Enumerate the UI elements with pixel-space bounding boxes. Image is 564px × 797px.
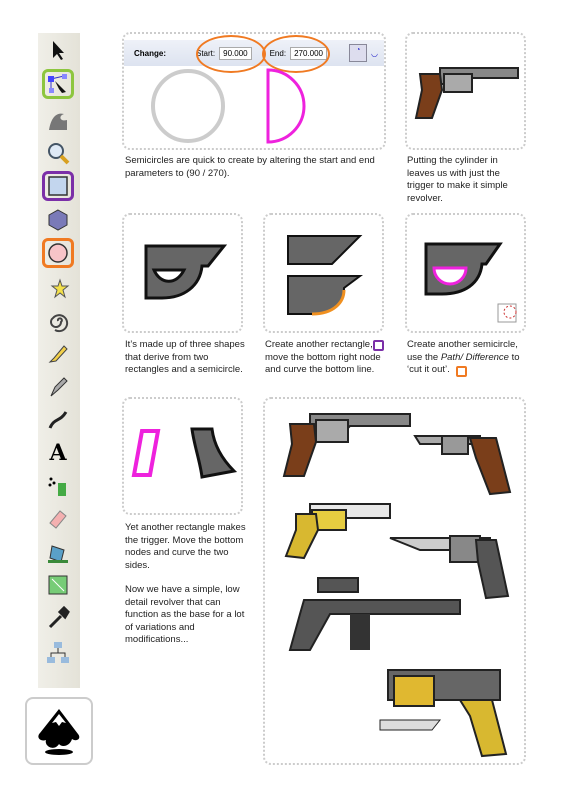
pencil-tool[interactable] xyxy=(42,339,74,369)
pen-icon xyxy=(50,377,68,397)
connector-tool[interactable] xyxy=(42,638,74,668)
pen-tool[interactable] xyxy=(42,372,74,402)
rifle-variant xyxy=(288,577,461,651)
change-label: Change: xyxy=(134,48,166,58)
revolver-variant-4 xyxy=(389,535,510,600)
connector-icon xyxy=(47,642,69,663)
caption-cylinder: Putting the cylinder in leaves us with j… xyxy=(407,155,508,204)
body-shape xyxy=(144,244,228,300)
revolver-illustration xyxy=(414,67,519,119)
revolver-variations xyxy=(282,413,512,758)
difference-shape xyxy=(424,242,517,323)
segment-mode-button[interactable]: ◡ xyxy=(371,49,378,58)
text-tool[interactable]: A xyxy=(42,438,74,468)
caption-difference: Create another semicircle, use the Path/… xyxy=(407,339,527,377)
revolver-variant-2 xyxy=(413,435,512,496)
dropper-icon xyxy=(48,606,70,629)
wave-icon xyxy=(49,113,67,130)
arrow-icon xyxy=(53,41,64,60)
revolver-variant-3 xyxy=(284,503,391,560)
caption-rectangle: Create another rectangle, move the botto… xyxy=(265,339,390,377)
caption-three-shapes: It’s made up of three shapes that derive… xyxy=(125,339,245,375)
spiral-icon xyxy=(50,314,69,333)
ellipse-tool-marker xyxy=(456,366,467,377)
spray-tool[interactable] xyxy=(42,471,74,501)
eraser-icon xyxy=(49,510,67,529)
node-arrow-icon xyxy=(48,74,67,93)
dropper-tool[interactable] xyxy=(42,603,74,633)
inkscape-logo xyxy=(25,697,93,765)
arc-mode-button[interactable]: ◔ xyxy=(348,44,367,62)
trigger-shapes xyxy=(131,427,238,479)
rectangles-shape xyxy=(287,235,363,316)
semicircle-illustration xyxy=(151,68,306,144)
spray-icon xyxy=(48,477,66,496)
summary-text: Now we have a simple, low detail revolve… xyxy=(125,584,245,645)
zoom-tool[interactable] xyxy=(42,138,74,168)
gradient-icon xyxy=(48,575,68,595)
rectangle-icon xyxy=(48,176,68,196)
selector-tool[interactable] xyxy=(42,35,74,65)
full-circle xyxy=(151,69,225,143)
gold-revolver-variant xyxy=(379,669,508,758)
node-tool[interactable] xyxy=(42,69,74,99)
gradient-tool[interactable] xyxy=(42,570,74,600)
trigger-text: Yet another rectangle makes the trigger.… xyxy=(125,522,246,571)
pencil-icon xyxy=(48,345,68,363)
caption-rectangle-text: Create another rectangle, move the botto… xyxy=(265,339,381,375)
rectangle-tool-marker xyxy=(373,340,384,351)
star-icon xyxy=(50,278,70,299)
caption-trigger: Yet another rectangle makes the trigger.… xyxy=(125,522,250,659)
cube-icon xyxy=(48,209,68,231)
inkscape-logo-icon xyxy=(38,709,80,755)
rectangle-tool[interactable] xyxy=(42,171,74,201)
circle-icon xyxy=(48,243,68,263)
inkscape-toolbox: A xyxy=(38,33,80,688)
star-tool[interactable] xyxy=(42,273,74,303)
caption-semicircle: Semicircles are quick to create by alter… xyxy=(125,155,375,179)
tweak-tool[interactable] xyxy=(42,105,74,135)
calligraphy-icon xyxy=(48,411,68,429)
calligraphy-tool[interactable] xyxy=(42,405,74,435)
spiral-tool[interactable] xyxy=(42,306,74,336)
semicircle-shape xyxy=(266,68,306,144)
difference-em: Path/ Difference xyxy=(440,351,509,363)
bucket-icon xyxy=(48,545,68,563)
magnifier-icon xyxy=(48,143,70,165)
revolver-variant-1 xyxy=(282,413,411,477)
eraser-tool[interactable] xyxy=(42,504,74,534)
text-a-icon: A xyxy=(49,440,67,466)
ellipse-tool[interactable] xyxy=(42,238,74,268)
paint-bucket-tool[interactable] xyxy=(42,537,74,567)
3d-box-tool[interactable] xyxy=(42,205,74,235)
